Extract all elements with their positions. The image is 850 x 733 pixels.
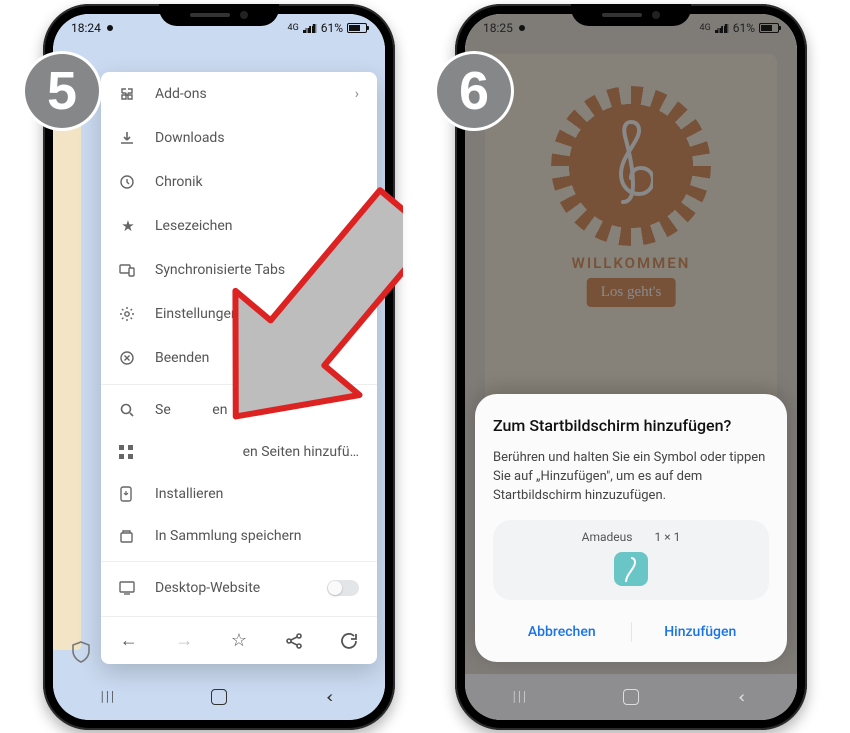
menu-label: Einstellungen — [155, 306, 359, 322]
app-size: 1 × 1 — [654, 530, 680, 544]
addons-icon — [119, 86, 137, 102]
shield-icon[interactable] — [67, 636, 95, 668]
search-icon — [119, 402, 137, 418]
phone-step-6: 6 WILLKOMMEN Los geht's 18:25 4G 61% — [455, 4, 807, 730]
status-time: 18:24 — [71, 21, 101, 35]
nav-back[interactable] — [320, 687, 340, 707]
step-badge-6: 6 — [437, 54, 511, 128]
menu-label: Desktop-Website — [155, 580, 309, 596]
menu-item-history[interactable]: Chronik — [101, 160, 377, 204]
install-icon — [119, 486, 137, 502]
app-name: Amadeus — [582, 530, 633, 544]
chevron-right-icon: › — [355, 86, 359, 102]
collection-icon — [119, 529, 137, 544]
nav-home[interactable] — [621, 687, 641, 707]
menu-item-top-sites[interactable]: en Seiten hinzufü… — [101, 431, 377, 473]
menu-label-obscured: en Seiten hinzufü… — [155, 444, 359, 460]
add-to-homescreen-dialog: Zum Startbildschirm hinzufügen? Berühren… — [475, 394, 787, 662]
step-badge-5: 5 — [25, 54, 99, 128]
close-circle-icon — [119, 350, 137, 366]
forward-icon[interactable]: → — [175, 630, 193, 651]
phone-step-5: 5 18:24 4G 61% — [43, 4, 395, 730]
menu-item-downloads[interactable]: Downloads — [101, 116, 377, 160]
bookmark-star-icon[interactable]: ☆ — [231, 630, 247, 651]
menu-label: Installieren — [155, 486, 359, 502]
signal-icon — [303, 23, 317, 33]
menu-item-save-collection[interactable]: In Sammlung speichern — [101, 515, 377, 557]
battery-icon — [759, 23, 779, 33]
background-page-edge — [53, 76, 81, 650]
android-nav-bar — [53, 674, 385, 720]
menu-bottom-toolbar: ← → ☆ — [101, 616, 377, 664]
nav-recents[interactable] — [510, 687, 530, 707]
status-net-label: 4G — [288, 23, 299, 33]
menu-item-desktop-site[interactable]: Desktop-Website — [101, 566, 377, 610]
menu-item-addons[interactable]: Add-ons › — [101, 72, 377, 116]
menu-label: Beenden — [155, 350, 359, 366]
reload-icon[interactable] — [340, 632, 358, 650]
signal-icon — [715, 23, 729, 33]
menu-item-quit[interactable]: Beenden — [101, 336, 377, 380]
menu-label: In Sammlung speichern — [155, 528, 359, 544]
menu-item-settings[interactable]: Einstellungen — [101, 292, 377, 336]
battery-icon — [347, 23, 367, 33]
nav-home[interactable] — [209, 687, 229, 707]
app-icon[interactable] — [614, 552, 648, 586]
star-icon: ★ — [119, 217, 137, 235]
add-button[interactable]: Hinzufügen — [632, 616, 770, 648]
notch — [571, 4, 691, 26]
nav-back[interactable] — [732, 687, 752, 707]
browser-overflow-menu: Add-ons › Downloads Chronik — [101, 72, 377, 664]
status-net-label: 4G — [700, 23, 711, 33]
share-icon[interactable] — [285, 632, 303, 650]
menu-item-find[interactable]: Sexxxxxxen — [101, 389, 377, 431]
back-icon[interactable]: ← — [120, 630, 138, 651]
menu-label: Lesezeichen — [155, 218, 359, 234]
cancel-button[interactable]: Abbrechen — [493, 616, 631, 648]
menu-item-install[interactable]: Installieren — [101, 473, 377, 515]
status-time: 18:25 — [483, 21, 513, 35]
app-preview-card[interactable]: Amadeus 1 × 1 — [493, 520, 769, 600]
status-battery: 61% — [321, 21, 343, 35]
android-nav-bar — [465, 674, 797, 720]
menu-item-synced-tabs[interactable]: Synchronisierte Tabs — [101, 248, 377, 292]
history-icon — [119, 174, 137, 190]
status-battery: 61% — [733, 21, 755, 35]
menu-label-obscured: Sexxxxxxen — [155, 402, 359, 418]
download-icon — [119, 130, 137, 146]
menu-label: Downloads — [155, 130, 359, 146]
notch — [159, 4, 279, 26]
dialog-body: Berühren und halten Sie ein Symbol oder … — [493, 449, 769, 506]
nav-recents[interactable] — [98, 687, 118, 707]
menu-item-bookmarks[interactable]: ★ Lesezeichen — [101, 204, 377, 248]
menu-label: Add-ons — [155, 86, 337, 102]
desktop-icon — [119, 581, 137, 595]
gear-icon — [119, 306, 137, 322]
menu-label: Chronik — [155, 174, 359, 190]
desktop-site-toggle[interactable] — [327, 580, 359, 596]
grid-icon — [119, 445, 137, 459]
dialog-title: Zum Startbildschirm hinzufügen? — [493, 416, 769, 435]
devices-icon — [119, 263, 137, 277]
menu-label: Synchronisierte Tabs — [155, 262, 359, 278]
